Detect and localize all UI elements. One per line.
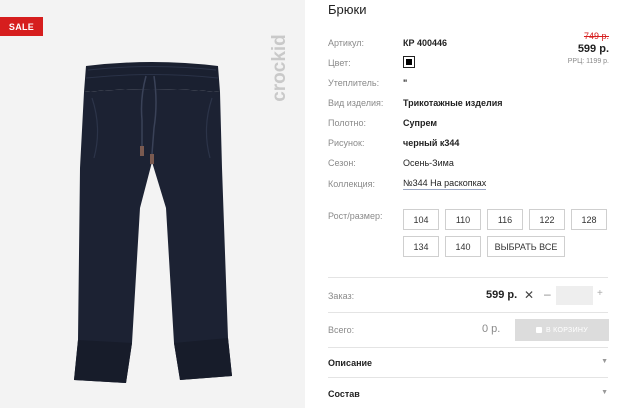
description-section-label: Описание xyxy=(328,358,373,368)
pattern-value: черный к344 xyxy=(403,138,460,148)
color-swatch[interactable] xyxy=(403,56,415,68)
insulation-value: " xyxy=(403,78,408,88)
collection-link[interactable]: №344 На раскопках xyxy=(403,178,487,190)
product-type-label: Вид изделия: xyxy=(328,98,384,108)
chevron-down-icon: ▼ xyxy=(601,358,608,365)
size-option[interactable]: 134 xyxy=(403,236,439,257)
order-label: Заказ: xyxy=(328,291,355,301)
divider xyxy=(328,277,608,278)
insulation-label: Утеплитель: xyxy=(328,78,380,88)
brand-logo: crockid xyxy=(268,14,292,122)
increase-quantity-button[interactable]: + xyxy=(597,288,603,299)
pants-illustration xyxy=(74,62,232,383)
size-label: Рост/размер: xyxy=(328,211,383,221)
divider xyxy=(328,377,608,378)
fabric-value: Супрем xyxy=(403,118,437,128)
size-option[interactable]: 116 xyxy=(487,209,523,230)
rrp-price: РРЦ: 1199 р. xyxy=(567,58,609,65)
add-to-cart-label: В КОРЗИНУ xyxy=(545,326,589,334)
product-image[interactable]: SALE crockid xyxy=(0,0,305,408)
add-to-cart-button[interactable]: В КОРЗИНУ xyxy=(515,319,609,341)
article-label: Артикул: xyxy=(328,38,365,48)
size-option[interactable]: 110 xyxy=(445,209,481,230)
brand-logo-text: crockid xyxy=(269,34,290,102)
fabric-label: Полотно: xyxy=(328,118,367,128)
composition-section-label: Состав xyxy=(328,389,360,399)
total-label: Всего: xyxy=(328,325,355,335)
description-section[interactable]: Описание ▼ xyxy=(328,358,608,368)
product-type-value: Трикотажные изделия xyxy=(403,98,503,108)
color-label: Цвет: xyxy=(328,58,351,68)
order-price: 599 р. xyxy=(486,289,518,301)
current-price: 599 р. xyxy=(577,43,609,55)
pattern-label: Рисунок: xyxy=(328,138,365,148)
color-swatch-fill xyxy=(406,59,412,65)
quantity-input[interactable] xyxy=(556,286,593,305)
divider xyxy=(328,312,608,313)
old-price: 749 р. xyxy=(583,31,609,41)
season-label: Сезон: xyxy=(328,158,356,168)
total-value: 0 р. xyxy=(482,323,501,335)
cart-icon xyxy=(535,327,542,333)
product-title: Брюки xyxy=(328,2,367,17)
season-value: Осень-Зима xyxy=(403,158,454,168)
collection-label: Коллекция: xyxy=(328,179,376,189)
divider xyxy=(328,347,608,348)
chevron-down-icon: ▼ xyxy=(601,389,608,396)
size-option[interactable]: 122 xyxy=(529,209,565,230)
size-option[interactable]: 128 xyxy=(571,209,607,230)
select-all-sizes-button[interactable]: ВЫБРАТЬ ВСЕ xyxy=(487,236,565,257)
decrease-quantity-button[interactable]: – xyxy=(544,287,551,301)
remove-icon[interactable]: ✕ xyxy=(524,288,534,302)
size-option[interactable]: 140 xyxy=(445,236,481,257)
size-option[interactable]: 104 xyxy=(403,209,439,230)
composition-section[interactable]: Состав ▼ xyxy=(328,389,608,399)
article-value: КР 400446 xyxy=(403,38,448,48)
sale-badge: SALE xyxy=(0,17,43,36)
